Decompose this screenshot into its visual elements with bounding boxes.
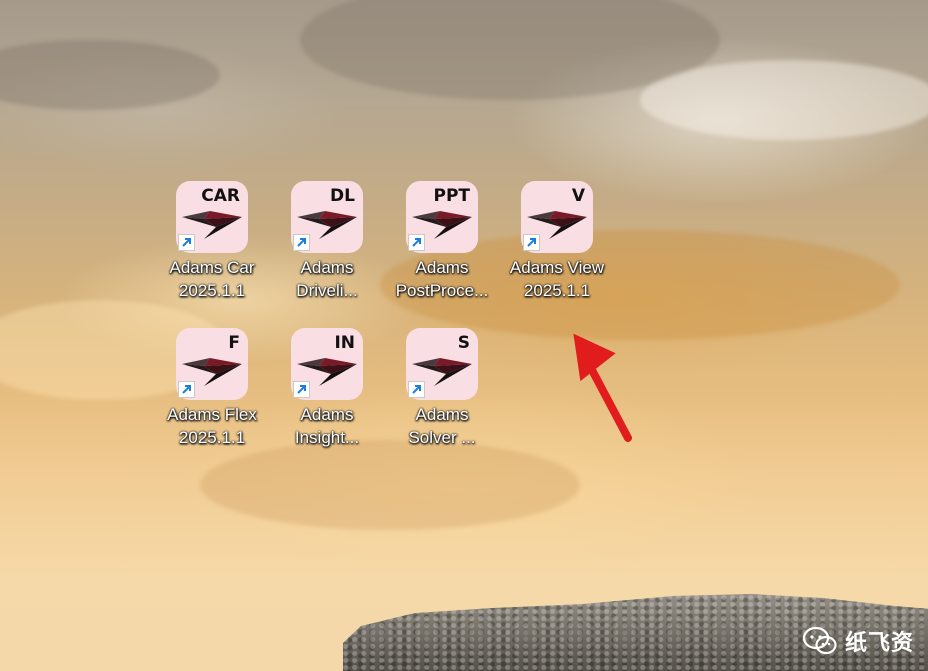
desktop-icon-adams-flex[interactable]: F Adams Flex 2025.1.1	[152, 328, 272, 449]
icon-code-label: PPT	[433, 186, 470, 206]
adams-insight-icon: IN	[291, 328, 363, 400]
icon-label-line1: Adams	[300, 405, 354, 424]
shortcut-arrow-icon	[178, 234, 195, 251]
icon-code-label: F	[228, 333, 240, 353]
icon-label-line1: Adams	[300, 258, 354, 277]
icon-label-line2: Driveli...	[296, 281, 358, 300]
icon-label-line2: PostProce...	[395, 281, 489, 300]
red-arrow-annotation	[573, 333, 632, 442]
icon-label: Adams Flex 2025.1.1	[152, 403, 272, 449]
desktop-icon-adams-solver[interactable]: S Adams Solver ...	[382, 328, 502, 449]
shortcut-arrow-icon	[523, 234, 540, 251]
desktop-icon-adams-postprocessor[interactable]: PPT Adams PostProce...	[382, 181, 502, 302]
adams-solver-icon: S	[406, 328, 478, 400]
cloud-decoration	[640, 60, 928, 140]
icon-label: Adams Driveli...	[267, 256, 387, 302]
adams-driveline-icon: DL	[291, 181, 363, 253]
desktop-icon-adams-view[interactable]: V Adams View 2025.1.1	[497, 181, 617, 302]
cloud-decoration	[200, 440, 580, 530]
icon-code-label: CAR	[201, 186, 240, 206]
icon-label-line2: 2025.1.1	[523, 281, 591, 300]
icon-label: Adams Insight...	[267, 403, 387, 449]
icon-label-line1: Adams Flex	[167, 405, 257, 424]
icon-label-line2: 2025.1.1	[178, 428, 246, 447]
icon-label: Adams PostProce...	[382, 256, 502, 302]
icon-code-label: IN	[334, 333, 355, 353]
icon-code-label: S	[457, 333, 470, 353]
watermark: 纸飞资	[802, 625, 914, 657]
icon-label-line1: Adams	[415, 258, 469, 277]
shortcut-arrow-icon	[293, 234, 310, 251]
icon-label-line2: Solver ...	[408, 428, 476, 447]
adams-car-icon: CAR	[176, 181, 248, 253]
icon-label: Adams Solver ...	[382, 403, 502, 449]
shortcut-arrow-icon	[178, 381, 195, 398]
shortcut-arrow-icon	[293, 381, 310, 398]
icon-label-line1: Adams	[415, 405, 469, 424]
icon-label-line1: Adams View	[509, 258, 605, 277]
shortcut-arrow-icon	[408, 234, 425, 251]
icon-code-label: DL	[330, 186, 355, 206]
desktop-icon-adams-driveline[interactable]: DL Adams Driveli...	[267, 181, 387, 302]
shortcut-arrow-icon	[408, 381, 425, 398]
adams-postprocessor-icon: PPT	[406, 181, 478, 253]
icon-label-line1: Adams Car	[169, 258, 255, 277]
desktop-icon-adams-car[interactable]: CAR Adams Car 2025.1.1	[152, 181, 272, 302]
icon-label: Adams View 2025.1.1	[497, 256, 617, 302]
wechat-icon	[802, 626, 837, 655]
desktop-icon-adams-insight[interactable]: IN Adams Insight...	[267, 328, 387, 449]
adams-flex-icon: F	[176, 328, 248, 400]
icon-label-line2: 2025.1.1	[178, 281, 246, 300]
icon-label-line2: Insight...	[294, 428, 360, 447]
watermark-text: 纸飞资	[844, 631, 914, 656]
icon-label: Adams Car 2025.1.1	[152, 256, 272, 302]
cloud-decoration	[0, 40, 220, 110]
icon-code-label: V	[571, 186, 585, 206]
adams-view-icon: V	[521, 181, 593, 253]
